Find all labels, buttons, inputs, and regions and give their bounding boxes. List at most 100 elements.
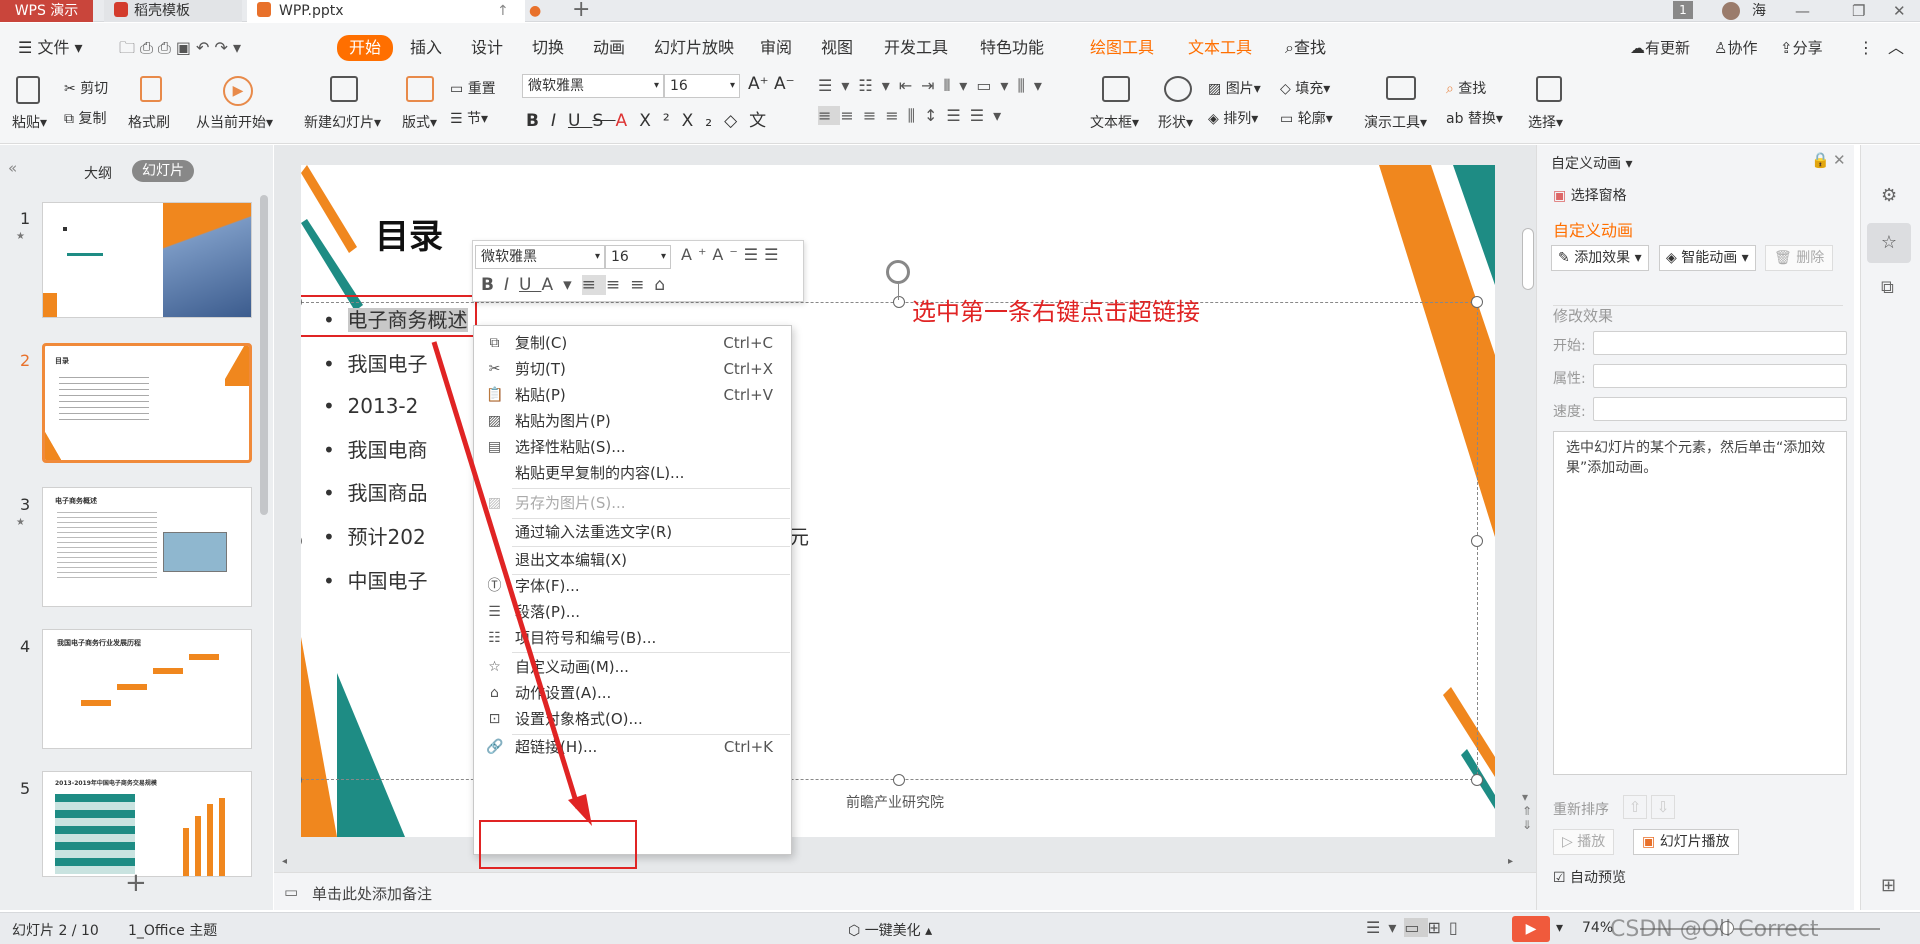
- play-slideshow-icon[interactable]: ▶: [1512, 916, 1550, 942]
- from-current-button[interactable]: 从当前开始▾: [196, 112, 273, 132]
- menu-action-settings[interactable]: ⌂ 动作设置(A)...: [474, 680, 791, 706]
- resize-handle[interactable]: [893, 774, 905, 786]
- font-style-icons[interactable]: BIUSAX²X₂◇文: [526, 106, 778, 131]
- play-icon[interactable]: ▶: [223, 76, 253, 106]
- view-mode-icons[interactable]: ☰▾▭⊞▯: [1366, 918, 1466, 937]
- notes-area[interactable]: ▭ 单击此处添加备注: [274, 872, 1536, 910]
- present-tools-icon[interactable]: [1386, 76, 1416, 104]
- menu-ime-reselect[interactable]: 通过输入法重选文字(R): [474, 519, 791, 545]
- align-icons[interactable]: ≡≡≡≡⫼↕☰☰▾: [818, 106, 1010, 126]
- bullet-3[interactable]: • 2013-2: [323, 393, 418, 419]
- menu-cut[interactable]: ✂ 剪切(T) Ctrl+X: [474, 356, 791, 382]
- slide-thumbnail-4[interactable]: 我国电子商务行业发展历程: [42, 629, 252, 749]
- lock-icon[interactable]: 🔒: [1811, 151, 1830, 169]
- theme-name[interactable]: 1_Office 主题: [128, 920, 217, 940]
- restore-icon[interactable]: ❐: [1852, 0, 1865, 22]
- quick-access-icons[interactable]: 🗀 ⎙ ⎙ ▣ ↶ ↷ ▾: [119, 35, 241, 61]
- copy-button[interactable]: ⧉ 复制: [64, 108, 106, 128]
- tab-text-tools[interactable]: 文本工具: [1188, 35, 1252, 61]
- settings-sliders-icon[interactable]: ⚙: [1881, 185, 1897, 206]
- animation-star-icon[interactable]: ☆: [1867, 223, 1911, 263]
- menu-bullets[interactable]: ☷ 项目符号和编号(B)...: [474, 625, 791, 651]
- section-button[interactable]: ☰ 节▾: [450, 108, 488, 128]
- fill-button[interactable]: ◇ 填充▾: [1280, 78, 1330, 98]
- bullet-2[interactable]: • 我国电子: [323, 351, 428, 377]
- list-icons[interactable]: ☰▾☷▾⇤⇥⫴▾▭▾⫼▾: [818, 76, 1051, 96]
- menu-font[interactable]: Ⓣ 字体(F)...: [474, 573, 791, 599]
- resize-handle[interactable]: [893, 296, 905, 308]
- font-size-combo[interactable]: 16 ▾: [664, 74, 740, 98]
- menu-paste[interactable]: 📋 粘贴(P) Ctrl+V: [474, 382, 791, 408]
- vertical-scrollbar[interactable]: [1522, 228, 1534, 290]
- text-box-button[interactable]: 文本框▾: [1090, 112, 1139, 132]
- resize-handle[interactable]: [1471, 774, 1483, 786]
- animation-list[interactable]: 选中幻灯片的某个元素，然后单击“添加效果”添加动画。: [1553, 431, 1847, 775]
- add-effect-button[interactable]: ✎ 添加效果 ▾: [1551, 245, 1649, 271]
- tab-view[interactable]: 视图: [821, 35, 853, 61]
- property-combo[interactable]: [1593, 364, 1847, 388]
- move-down-icon[interactable]: ⇩: [1651, 795, 1675, 819]
- panel-close-icon[interactable]: ✕: [1833, 151, 1846, 169]
- tab-developer[interactable]: 开发工具: [884, 35, 948, 61]
- tab-insert[interactable]: 插入: [410, 35, 442, 61]
- find-button[interactable]: ⌕ 查找: [1446, 78, 1486, 98]
- horizontal-scrollbar[interactable]: ◂ ▸: [280, 856, 1520, 868]
- bullet-6[interactable]: • 预计202: [323, 524, 426, 550]
- slide-thumbnail-5[interactable]: 2013-2019年中国电子商务交易规模: [42, 771, 252, 877]
- select-button[interactable]: 选择▾: [1528, 112, 1563, 132]
- mini-format-icons[interactable]: BIUA▾≡≡≡⌂: [481, 275, 675, 295]
- menu-format-object[interactable]: ⊡ 设置对象格式(O)...: [474, 706, 791, 732]
- resize-handle[interactable]: [1471, 535, 1483, 547]
- start-combo[interactable]: [1593, 331, 1847, 355]
- move-up-icon[interactable]: ⇧: [1623, 795, 1647, 819]
- menu-file[interactable]: ☰ 文件 ▾: [18, 35, 83, 61]
- play-dropdown-icon[interactable]: ▾: [1556, 920, 1563, 936]
- minimize-icon[interactable]: —: [1795, 0, 1810, 22]
- format-painter-icon[interactable]: [140, 76, 164, 104]
- update-button[interactable]: ☁有更新: [1630, 35, 1690, 61]
- layout-button[interactable]: 版式▾: [402, 112, 437, 132]
- share-button[interactable]: ⇪分享: [1780, 35, 1823, 61]
- slide-title[interactable]: 目录: [375, 209, 443, 258]
- layers-icon[interactable]: ⧉: [1881, 277, 1894, 298]
- new-slide-icon[interactable]: [330, 76, 358, 106]
- wps-app-tab[interactable]: WPS 演示: [0, 0, 93, 22]
- beautify-button[interactable]: ⬡ 一键美化 ▴: [848, 920, 932, 940]
- select-icon[interactable]: [1536, 76, 1562, 106]
- format-painter-button[interactable]: 格式刷: [128, 112, 170, 132]
- tab-slideshow[interactable]: 幻灯片放映: [654, 35, 734, 61]
- menu-paste-earlier[interactable]: 粘贴更早复制的内容(L)...: [474, 460, 791, 486]
- new-slide-button[interactable]: 新建幻灯片▾: [304, 112, 381, 132]
- more-icon[interactable]: ⋮: [1858, 35, 1874, 61]
- tab-wpp-pptx[interactable]: WPP.pptx ↑ ●: [247, 0, 541, 22]
- mini-font-name[interactable]: 微软雅黑 ▾: [475, 245, 605, 269]
- new-tab-icon[interactable]: +: [572, 0, 590, 22]
- menu-custom-animation[interactable]: ☆ 自定义动画(M)...: [474, 654, 791, 680]
- page-nav-icons[interactable]: ▾ ⇑ ⇓: [1522, 790, 1532, 832]
- bullet-7[interactable]: • 中国电子: [323, 568, 428, 594]
- resize-handle[interactable]: [1471, 296, 1483, 308]
- menu-hyperlink[interactable]: 🔗 超链接(H)... Ctrl+K: [474, 734, 791, 760]
- slide-thumbnail-2[interactable]: 目录: [42, 343, 252, 463]
- paste-button[interactable]: 粘贴▾: [12, 112, 47, 132]
- replace-button[interactable]: ab 替换▾: [1446, 108, 1503, 128]
- shape-icon[interactable]: [1164, 76, 1192, 106]
- cut-button[interactable]: ✂ 剪切: [64, 78, 108, 98]
- menu-paste-special[interactable]: ▤ 选择性粘贴(S)...: [474, 434, 791, 460]
- layout-icon[interactable]: [406, 76, 434, 106]
- slide-thumbnail-3[interactable]: 电子商务概述: [42, 487, 252, 607]
- tab-features[interactable]: 特色功能: [980, 35, 1044, 61]
- zoom-level[interactable]: 74%: [1582, 920, 1613, 936]
- picture-button[interactable]: ▨ 图片▾: [1208, 78, 1261, 98]
- font-name-combo[interactable]: 微软雅黑 ▾: [522, 74, 664, 98]
- tab-drawing-tools[interactable]: 绘图工具: [1090, 35, 1154, 61]
- add-slide-icon[interactable]: +: [125, 870, 147, 896]
- close-icon[interactable]: ✕: [1893, 0, 1906, 22]
- bullet-5[interactable]: • 我国商品: [323, 480, 428, 506]
- autopreview-checkbox[interactable]: ☑ 自动预览: [1553, 867, 1626, 887]
- rotate-handle-icon[interactable]: [886, 260, 910, 284]
- tab-outline[interactable]: 大纲: [84, 163, 112, 183]
- search-button[interactable]: ⌕查找: [1285, 35, 1326, 61]
- play-button[interactable]: ▷ 播放: [1553, 829, 1615, 855]
- speed-combo[interactable]: [1593, 397, 1847, 421]
